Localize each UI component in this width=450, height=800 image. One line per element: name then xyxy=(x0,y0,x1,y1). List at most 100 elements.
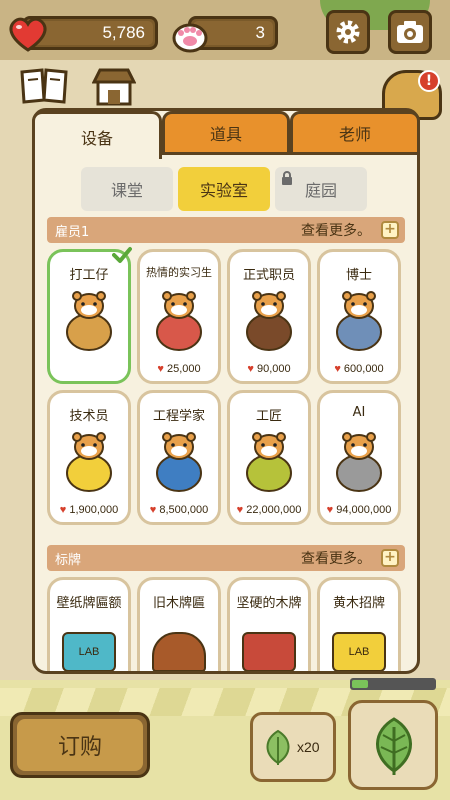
section-header-signs: 标牌 查看更多。 + xyxy=(47,545,405,571)
lock-icon xyxy=(282,171,292,185)
shop-panel: 设备 道具 老师 课堂 实验室 庭园 雇员1 查看更多。 + 打工仔 热情的实习生… xyxy=(32,108,420,674)
heart-icon: ♥ xyxy=(149,504,160,516)
heart-icon: ♥ xyxy=(334,363,344,375)
camera-icon xyxy=(397,21,423,43)
sign-card[interactable]: 旧木牌匾 xyxy=(137,577,221,671)
order-button-label: 订购 xyxy=(17,719,143,771)
staff-name: 打工仔 xyxy=(69,268,109,283)
camera-button[interactable] xyxy=(388,10,432,54)
alert-badge[interactable]: ! xyxy=(418,70,440,92)
sign-illustration: LAB xyxy=(62,632,116,671)
staff-name: 热情的实习生 xyxy=(146,266,212,279)
staff-price-value: 25,000 xyxy=(166,363,201,375)
sign-text: LAB xyxy=(348,646,370,658)
view-more-signs[interactable]: 查看更多。 xyxy=(301,548,371,568)
sign-illustration xyxy=(152,632,206,671)
sign-name: 旧木牌匾 xyxy=(152,596,205,611)
big-leaf-icon xyxy=(376,717,412,775)
hamster-illustration xyxy=(154,423,204,493)
tab-items[interactable]: 道具 xyxy=(162,111,290,155)
staff-card[interactable]: 工程学家 ♥ 8,500,000 xyxy=(137,390,221,525)
subtab-classroom[interactable]: 课堂 xyxy=(81,167,173,211)
sign-illustration: LAB xyxy=(332,632,386,671)
tab-bar: 设备 道具 老师 xyxy=(32,111,420,159)
staff-card[interactable]: 工匠 ♥ 22,000,000 xyxy=(227,390,311,525)
settings-button[interactable] xyxy=(326,10,370,54)
staff-card[interactable]: AI ♥ 94,000,000 xyxy=(317,390,401,525)
staff-price: ♥ 94,000,000 xyxy=(320,504,398,516)
expand-signs-button[interactable]: + xyxy=(381,549,399,567)
staff-price-value: 600,000 xyxy=(343,363,384,375)
section-title-signs: 标牌 xyxy=(55,553,82,568)
subtab-garden[interactable]: 庭园 xyxy=(275,167,367,211)
subtab-garden-label: 庭园 xyxy=(304,181,337,200)
heart-icon: ♥ xyxy=(59,504,70,516)
heart-icon: ♥ xyxy=(326,504,337,516)
sign-name: 壁纸牌匾额 xyxy=(56,596,122,611)
staff-price: ♥ 1,900,000 xyxy=(50,504,128,516)
sign-card[interactable]: 壁纸牌匾额 LAB xyxy=(47,577,131,671)
sign-illustration xyxy=(242,632,296,671)
subtab-lab[interactable]: 实验室 xyxy=(178,167,270,211)
hamster-illustration xyxy=(64,282,114,352)
leaf-counter-button[interactable]: x20 xyxy=(250,712,336,782)
staff-card[interactable]: 打工仔 xyxy=(47,247,132,384)
hamster-illustration xyxy=(154,282,204,352)
heart-icon: ♥ xyxy=(157,363,167,375)
staff-price: ♥ 8,500,000 xyxy=(140,504,218,516)
staff-price: ♥ 22,000,000 xyxy=(230,504,308,516)
heart-icon xyxy=(9,17,47,52)
leaf-progress-fill xyxy=(352,680,368,688)
staff-price: ♥ 25,000 xyxy=(140,363,218,375)
sign-card[interactable]: 坚硬的木牌 xyxy=(227,577,311,671)
staff-price-value: 22,000,000 xyxy=(246,504,302,516)
hamster-illustration xyxy=(244,282,294,352)
staff-card[interactable]: 博士 ♥ 600,000 xyxy=(317,249,401,384)
leaf-icon xyxy=(266,729,290,765)
signs-grid: 壁纸牌匾额 LAB 旧木牌匾 坚硬的木牌 黄木招牌 LAB xyxy=(47,577,405,671)
sign-name: 黄木招牌 xyxy=(332,596,385,611)
paws-value: 3 xyxy=(255,23,265,42)
sign-name: 坚硬的木牌 xyxy=(236,596,302,611)
gear-icon xyxy=(336,20,360,44)
staff-price-value: 94,000,000 xyxy=(336,504,392,516)
heart-icon: ♥ xyxy=(236,504,247,516)
staff-price-value: 8,500,000 xyxy=(159,504,209,516)
section-header-staff: 雇员1 查看更多。 + xyxy=(47,217,405,243)
leaf-count: x20 xyxy=(297,739,320,755)
staff-card[interactable]: 技术员 ♥ 1,900,000 xyxy=(47,390,131,525)
staff-name: 博士 xyxy=(345,268,372,283)
hearts-value: 5,786 xyxy=(102,23,145,42)
staff-card[interactable]: 正式职员 ♥ 90,000 xyxy=(227,249,311,384)
staff-name: 正式职员 xyxy=(242,268,295,283)
staff-name: 工程学家 xyxy=(152,409,205,424)
sign-card[interactable]: 黄木招牌 LAB xyxy=(317,577,401,671)
hamster-illustration xyxy=(64,423,114,493)
staff-card[interactable]: 热情的实习生 ♥ 25,000 xyxy=(137,249,221,384)
hamster-illustration xyxy=(244,423,294,493)
staff-price-value: 90,000 xyxy=(256,363,291,375)
check-icon xyxy=(112,247,132,263)
order-button[interactable]: 订购 xyxy=(10,712,150,778)
staff-name: 工匠 xyxy=(255,409,282,424)
staff-price-value: 1,900,000 xyxy=(69,504,119,516)
expand-staff-button[interactable]: + xyxy=(381,221,399,239)
book-icon[interactable] xyxy=(18,66,70,104)
sign-text: LAB xyxy=(78,646,100,658)
paw-icon xyxy=(172,23,208,53)
staff-name: 技术员 xyxy=(69,409,109,424)
view-more-staff[interactable]: 查看更多。 xyxy=(301,220,371,240)
heart-icon: ♥ xyxy=(247,363,257,375)
subtab-bar: 课堂 实验室 庭园 xyxy=(81,167,367,211)
tab-equipment[interactable]: 设备 xyxy=(32,111,162,159)
leaf-progress-bar xyxy=(350,678,436,690)
staff-price: ♥ 90,000 xyxy=(230,363,308,375)
staff-price: ♥ 600,000 xyxy=(320,363,398,375)
tab-teachers[interactable]: 老师 xyxy=(290,111,420,155)
shop-icon[interactable] xyxy=(92,66,136,106)
hamster-illustration xyxy=(334,282,384,352)
big-leaf-button[interactable] xyxy=(348,700,438,790)
section-title-staff: 雇员1 xyxy=(55,225,90,240)
hamster-illustration xyxy=(334,423,384,493)
staff-name: AI xyxy=(352,405,366,420)
